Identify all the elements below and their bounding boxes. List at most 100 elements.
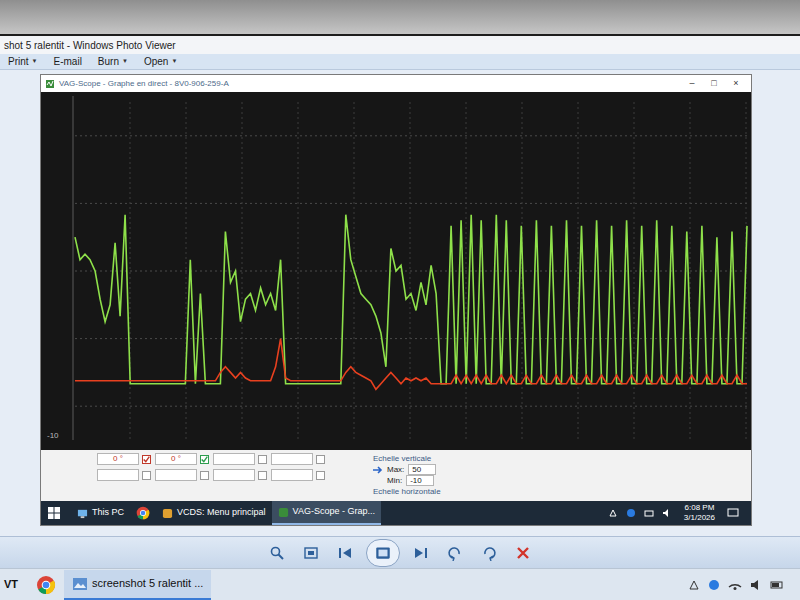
bluetooth-icon[interactable] — [708, 579, 720, 591]
menu-item[interactable]: Open▼ — [144, 54, 177, 69]
channel-value[interactable]: 0 ° — [155, 453, 197, 465]
system-tray — [688, 579, 800, 591]
channel-field — [213, 453, 269, 465]
network-icon[interactable] — [688, 579, 700, 591]
series-line — [75, 339, 747, 390]
clock[interactable]: 6:08 PM3/1/2026 — [680, 503, 719, 523]
channel-value[interactable] — [271, 469, 313, 481]
notification-icon[interactable] — [727, 508, 739, 518]
taskbar-button[interactable]: VCDS: Menu principal — [156, 501, 272, 525]
dropdown-arrow[interactable]: ▼ — [122, 57, 128, 66]
window-title: shot 5 ralentit - Windows Photo Viewer — [4, 38, 176, 53]
channel-value[interactable] — [213, 469, 255, 481]
channel-checkbox[interactable] — [200, 455, 209, 464]
channel-value[interactable] — [271, 453, 313, 465]
taskbar-button[interactable]: VAG-Scope - Grap... — [272, 501, 381, 525]
chrome-button[interactable] — [130, 501, 156, 525]
app-icon — [45, 79, 55, 89]
channel-checkbox[interactable] — [142, 455, 151, 464]
fit-icon[interactable] — [303, 545, 319, 561]
menu-label[interactable]: Print — [8, 54, 29, 69]
axis-label: -10 — [47, 431, 59, 440]
channel-checkbox[interactable] — [316, 455, 325, 464]
rotate-right-icon[interactable] — [481, 545, 497, 561]
channel-checkbox[interactable] — [316, 471, 325, 480]
channel-field: 0 ° — [97, 453, 153, 465]
network-icon[interactable] — [608, 508, 618, 518]
rotate-right-button[interactable] — [476, 541, 502, 565]
dropdown-arrow[interactable]: ▼ — [171, 57, 177, 66]
zoom-icon[interactable] — [269, 545, 285, 561]
taskbar-label[interactable]: This PC — [92, 506, 124, 520]
max-field[interactable]: 50 — [408, 464, 436, 475]
volume-icon[interactable] — [662, 508, 672, 518]
zoom-button[interactable] — [264, 541, 290, 565]
scope-controls: 0 °0 ° Echelle verticaleMax:50Min:-10Ech… — [41, 450, 751, 501]
app-icon[interactable] — [278, 507, 289, 518]
channel-checkbox[interactable] — [142, 471, 151, 480]
chrome-button[interactable] — [28, 570, 64, 600]
windows-icon[interactable] — [47, 506, 61, 520]
volume-icon[interactable] — [750, 579, 762, 591]
start-label[interactable]: VT — [0, 576, 28, 593]
series-line — [75, 215, 747, 384]
delete-icon[interactable] — [515, 545, 531, 561]
fit-button[interactable] — [298, 541, 324, 565]
max-row: Max: 50 — [373, 464, 441, 475]
menu-item[interactable]: Burn▼ — [98, 54, 128, 69]
channel-field — [155, 469, 211, 481]
menu-label[interactable]: Burn — [98, 54, 119, 69]
channel-checkbox[interactable] — [258, 455, 267, 464]
computer-icon[interactable] — [77, 508, 88, 519]
bluetooth-icon[interactable] — [626, 508, 636, 518]
channel-value[interactable] — [155, 469, 197, 481]
photo-icon[interactable] — [72, 577, 88, 591]
channel-checkbox[interactable] — [258, 471, 267, 480]
previous-button[interactable] — [332, 541, 358, 565]
channel-checkbox[interactable] — [200, 471, 209, 480]
previous-icon[interactable] — [337, 545, 353, 561]
chrome-icon[interactable] — [36, 575, 56, 595]
menu-item[interactable]: Print▼ — [8, 54, 38, 69]
chrome-icon[interactable] — [136, 506, 150, 520]
taskbar-label[interactable]: screenshot 5 ralentit ... — [92, 575, 203, 592]
slideshow-icon[interactable] — [374, 544, 392, 562]
rotate-left-button[interactable] — [442, 541, 468, 565]
date[interactable]: 3/1/2026 — [684, 513, 715, 523]
window-control[interactable]: × — [725, 77, 747, 91]
battery-icon[interactable] — [770, 579, 784, 591]
inner-taskbar: This PC VCDS: Menu principal VAG-Scope - G… — [41, 501, 751, 525]
menu-label[interactable]: E-mail — [54, 54, 82, 69]
taskbar-label[interactable]: VAG-Scope - Grap... — [293, 505, 375, 519]
menu-label[interactable]: Open — [144, 54, 168, 69]
app-icon[interactable] — [162, 508, 173, 519]
menu-item[interactable]: E-mail — [54, 54, 82, 69]
arrow-icon[interactable] — [373, 466, 383, 474]
dropdown-arrow[interactable]: ▼ — [32, 57, 38, 66]
min-label: Min: — [387, 475, 402, 486]
taskbar-label[interactable]: VCDS: Menu principal — [177, 506, 266, 520]
delete-button[interactable] — [510, 541, 536, 565]
channel-field: 0 ° — [155, 453, 211, 465]
channel-value[interactable] — [213, 453, 255, 465]
slideshow-button[interactable] — [366, 539, 400, 567]
channel-value[interactable] — [97, 469, 139, 481]
battery-icon[interactable] — [644, 508, 654, 518]
next-button[interactable] — [408, 541, 434, 565]
scale-panel: Echelle verticaleMax:50Min:-10Echelle ho… — [373, 453, 441, 499]
wifi-icon[interactable] — [728, 579, 742, 591]
max-label: Max: — [387, 464, 404, 475]
next-icon[interactable] — [413, 545, 429, 561]
chart-plot: -10 — [41, 92, 751, 450]
min-field[interactable]: -10 — [406, 475, 434, 486]
taskbar-button[interactable]: This PC — [71, 501, 130, 525]
channel-value[interactable]: 0 ° — [97, 453, 139, 465]
time[interactable]: 6:08 PM — [684, 503, 715, 513]
rotate-left-icon[interactable] — [447, 545, 463, 561]
taskbar: VT screenshot 5 ralentit ... — [0, 568, 800, 600]
taskbar-button[interactable]: screenshot 5 ralentit ... — [64, 570, 211, 600]
channel-grid: 0 ° 0 ° — [97, 453, 327, 499]
window-control[interactable]: – — [681, 77, 703, 91]
scale-label: Echelle verticale — [373, 453, 441, 464]
window-control[interactable]: □ — [703, 77, 725, 91]
